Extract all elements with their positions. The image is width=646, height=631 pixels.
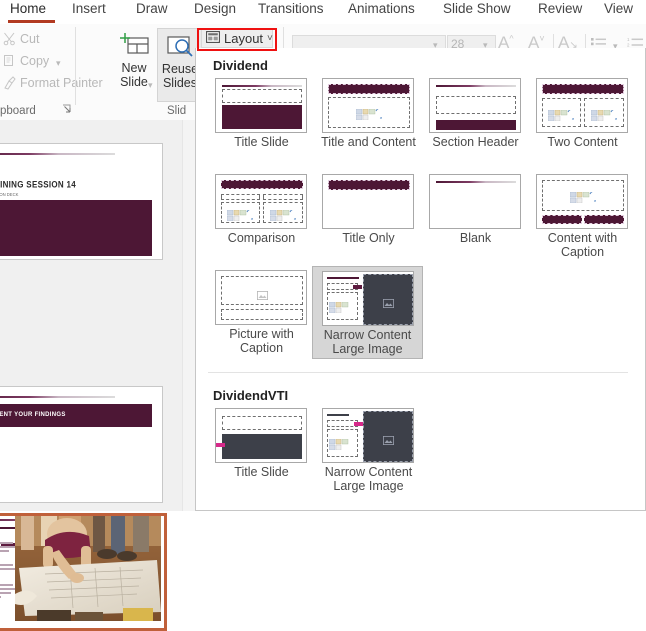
layout-item-title-and-content[interactable]: Title and Content: [315, 78, 422, 150]
layout-thumb-title-slide: [215, 78, 307, 133]
format-painter-button[interactable]: Format Painter: [20, 76, 103, 90]
layout-item-narrow-content-large-image[interactable]: Narrow Content Large Image: [312, 266, 423, 359]
layout-item-picture-with-caption[interactable]: Picture with Caption: [208, 270, 315, 356]
tab-transitions[interactable]: Transitions: [258, 1, 324, 16]
layout-thumb-vti-title-slide: [215, 408, 307, 463]
layout-label-blank: Blank: [459, 231, 492, 245]
layout-label-narrow-content-large-image: Narrow Content Large Image: [323, 328, 412, 356]
copy-button[interactable]: Copy: [20, 54, 49, 68]
layout-label-title-only: Title Only: [342, 231, 395, 245]
slides-group-label: Slid: [167, 105, 187, 117]
copy-caret-icon[interactable]: ▾: [56, 58, 61, 69]
layout-thumb-narrow-content-large-image: [322, 271, 414, 326]
new-slide-caret-icon[interactable]: ▾: [148, 80, 153, 91]
tab-home[interactable]: Home: [10, 1, 46, 16]
layout-thumb-picture-with-caption: [215, 270, 307, 325]
layout-label-vti-title-slide: Title Slide: [234, 465, 289, 479]
layout-item-section-header[interactable]: Section Header: [422, 78, 529, 150]
layout-item-title-only[interactable]: Title Only: [315, 174, 422, 260]
layout-thumb-title-only: [322, 174, 414, 229]
active-tab-indicator: [8, 20, 55, 23]
layout-thumb-comparison: [215, 174, 307, 229]
group-separator-1: [75, 27, 76, 105]
layout-thumb-vti-narrow-content: [322, 408, 414, 463]
copy-icon: [3, 54, 17, 68]
layout-label-title-slide: Title Slide: [234, 135, 289, 149]
paintbrush-icon: [3, 76, 17, 90]
tab-design[interactable]: Design: [194, 1, 236, 16]
new-slide-label-1: New: [121, 61, 147, 75]
layout-button[interactable]: Layout ˅: [201, 29, 273, 48]
slide-1-title: ITY TRAINING SESSION 14: [0, 179, 76, 190]
layout-icon: [206, 30, 220, 48]
tab-view[interactable]: View: [604, 1, 633, 16]
slide-thumbnail-3[interactable]: [0, 513, 167, 631]
layout-thumb-two-content: [536, 78, 628, 133]
layout-label-picture-with-caption: Picture with Caption: [229, 327, 294, 355]
layout-button-label: Layout: [224, 31, 264, 46]
new-slide-button[interactable]: New Slide ▾: [112, 28, 156, 100]
clipboard-group-label: pboard: [0, 105, 36, 117]
ribbon-tab-bar: Home Insert Draw Design Transitions Anim…: [0, 0, 646, 24]
layout-item-blank[interactable]: Blank: [422, 174, 529, 260]
scissors-icon: [3, 32, 17, 46]
layout-thumb-blank: [429, 174, 521, 229]
slide-1-subtitle: NT PRESENTATION DECK: [0, 192, 19, 197]
layout-item-content-with-caption[interactable]: Content with Caption: [529, 174, 636, 260]
tab-draw[interactable]: Draw: [136, 1, 168, 16]
layout-label-vti-narrow-content: Narrow Content Large Image: [324, 465, 413, 493]
gallery-section-dividendvti: DividendVTI: [213, 388, 289, 403]
layout-label-two-content: Two Content: [547, 135, 618, 149]
layout-item-comparison[interactable]: Comparison: [208, 174, 315, 260]
layout-item-two-content[interactable]: Two Content: [529, 78, 636, 150]
tab-review[interactable]: Review: [538, 1, 582, 16]
svg-text:2: 2: [627, 43, 630, 48]
tab-animations[interactable]: Animations: [348, 1, 415, 16]
clipboard-dialog-launcher[interactable]: [62, 104, 73, 115]
layout-label-section-header: Section Header: [432, 135, 519, 149]
layout-thumb-title-and-content: [322, 78, 414, 133]
layout-thumb-section-header: [429, 78, 521, 133]
slide-thumbnail-1[interactable]: ITY TRAINING SESSION 14 NT PRESENTATION …: [0, 143, 163, 260]
layout-item-vti-narrow-content[interactable]: Narrow Content Large Image: [315, 408, 422, 508]
slide-3-photo: [15, 516, 161, 621]
tab-slide-show[interactable]: Slide Show: [443, 1, 511, 16]
layout-item-title-slide[interactable]: Title Slide: [208, 78, 315, 150]
slide-thumbnail-2[interactable]: TO PRESENT YOUR FINDINGS: [0, 386, 163, 503]
gallery-section-divider: [208, 372, 628, 373]
slide-thumbnail-pane: ITY TRAINING SESSION 14 NT PRESENTATION …: [0, 120, 182, 631]
gallery-section-dividend: Dividend: [213, 58, 268, 73]
slide-2-title: TO PRESENT YOUR FINDINGS: [0, 412, 66, 418]
layout-caret-icon[interactable]: ˅: [267, 33, 273, 44]
layout-label-comparison: Comparison: [227, 231, 296, 245]
cut-button[interactable]: Cut: [20, 32, 39, 46]
layout-label-content-with-caption: Content with Caption: [547, 231, 618, 259]
layout-gallery-dropdown: Dividend Title Slide Title and Content S…: [195, 48, 646, 511]
layout-item-vti-title-slide[interactable]: Title Slide: [208, 408, 315, 494]
layout-label-title-and-content: Title and Content: [321, 135, 416, 149]
svg-text:1: 1: [627, 37, 630, 42]
tab-insert[interactable]: Insert: [72, 1, 106, 16]
layout-thumb-content-with-caption: [536, 174, 628, 229]
